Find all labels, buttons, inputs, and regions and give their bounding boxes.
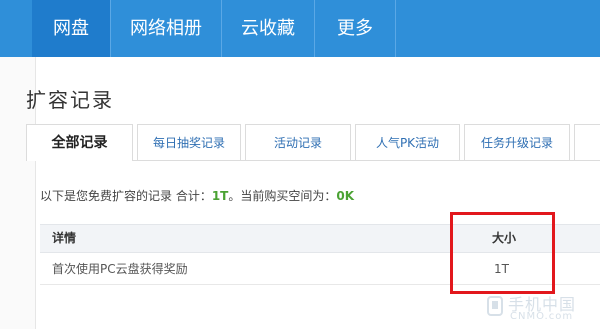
nav-item-cloud-favorites[interactable]: 云收藏 [222,0,314,57]
nav-item-netdisk[interactable]: 网盘 [32,0,110,57]
nav-divider [395,0,396,57]
watermark-en: CNMO.com [510,311,574,322]
expansion-summary: 以下是您免费扩容的记录 合计：1T。当前购买空间为：0K [40,187,354,204]
highlight-box [450,212,555,294]
tab-activity-records[interactable]: 活动记录 [245,124,351,160]
summary-total: 1T [211,189,229,203]
tab-overflow[interactable] [574,124,600,160]
top-navigation: 网盘 网络相册 云收藏 更多 [0,0,600,57]
column-header-detail: 详情 [52,231,77,245]
summary-middle: 。当前购买空间为： [228,189,337,203]
tab-popularity-pk[interactable]: 人气PK活动 [355,124,460,160]
page-title: 扩容记录 [26,88,114,112]
nav-item-more[interactable]: 更多 [315,0,395,57]
row-detail: 首次使用PC云盘获得奖励 [52,262,188,276]
nav-item-photo-album[interactable]: 网络相册 [111,0,221,57]
tab-task-upgrade-records[interactable]: 任务升级记录 [464,124,570,160]
watermark: 手机中国 CNMO.com [486,291,596,327]
tab-daily-lottery-records[interactable]: 每日抽奖记录 [137,124,241,160]
summary-prefix: 以下是您免费扩容的记录 合计： [40,189,212,203]
summary-purchased: 0K [336,189,355,203]
watermark-logo-icon [487,296,503,316]
tab-all-records[interactable]: 全部记录 [26,124,133,161]
